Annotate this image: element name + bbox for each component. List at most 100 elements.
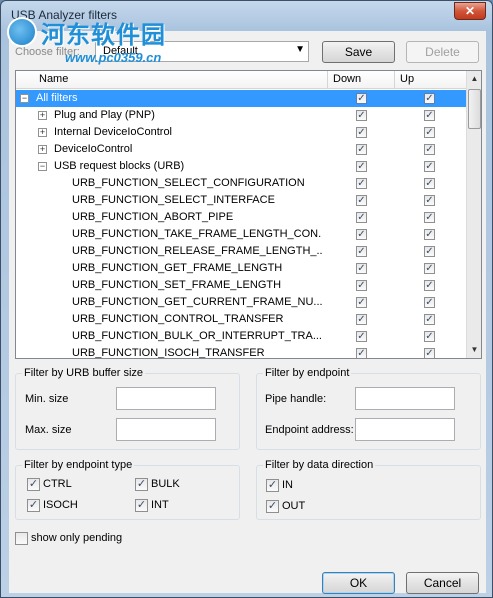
- ctrl-label[interactable]: CTRL: [43, 478, 72, 490]
- in-checkbox[interactable]: ✓: [266, 479, 279, 492]
- tree-row-label: URB_FUNCTION_SELECT_CONFIGURATION: [72, 177, 305, 189]
- min-size-input[interactable]: [116, 387, 216, 410]
- scroll-up-icon[interactable]: ▲: [467, 71, 481, 87]
- endpoint-address-label: Endpoint address:: [265, 424, 354, 436]
- tree-row[interactable]: URB_FUNCTION_CONTROL_TRANSFER ✓ ✓: [16, 311, 466, 328]
- down-checkbox[interactable]: ✓: [356, 246, 367, 257]
- tree-row[interactable]: − All filters ✓ ✓: [16, 90, 466, 107]
- tree-row-label: URB_FUNCTION_ABORT_PIPE: [72, 211, 234, 223]
- watermark: 河东软件园 www.pc0359.cn: [7, 13, 197, 65]
- bulk-label[interactable]: BULK: [151, 478, 180, 490]
- vertical-scrollbar[interactable]: ▲ ▼: [466, 71, 481, 358]
- up-checkbox[interactable]: ✓: [424, 161, 435, 172]
- tree-row[interactable]: URB_FUNCTION_BULK_OR_INTERRUPT_TRA... ✓ ✓: [16, 328, 466, 345]
- up-checkbox[interactable]: ✓: [424, 212, 435, 223]
- down-checkbox[interactable]: ✓: [356, 178, 367, 189]
- up-checkbox[interactable]: ✓: [424, 263, 435, 274]
- down-checkbox[interactable]: ✓: [356, 331, 367, 342]
- up-checkbox[interactable]: ✓: [424, 331, 435, 342]
- tree-row[interactable]: URB_FUNCTION_RELEASE_FRAME_LENGTH_... ✓ ✓: [16, 243, 466, 260]
- tree-row-label: Internal DeviceIoControl: [54, 126, 173, 138]
- int-checkbox[interactable]: ✓: [135, 499, 148, 512]
- tree-row-label: URB_FUNCTION_GET_FRAME_LENGTH: [72, 262, 283, 274]
- up-checkbox[interactable]: ✓: [424, 93, 435, 104]
- tree-row-label: Plug and Play (PNP): [54, 109, 155, 121]
- ok-button[interactable]: OK: [322, 572, 395, 594]
- up-checkbox[interactable]: ✓: [424, 297, 435, 308]
- show-only-pending-label[interactable]: show only pending: [31, 532, 122, 544]
- endpoint-type-group: Filter by endpoint type ✓ CTRL ✓ BULK ✓ …: [15, 459, 240, 520]
- down-checkbox[interactable]: ✓: [356, 297, 367, 308]
- scroll-down-icon[interactable]: ▼: [467, 342, 481, 358]
- down-checkbox[interactable]: ✓: [356, 195, 367, 206]
- pipe-handle-label: Pipe handle:: [265, 393, 327, 405]
- up-checkbox[interactable]: ✓: [424, 246, 435, 257]
- down-checkbox[interactable]: ✓: [356, 110, 367, 121]
- down-checkbox[interactable]: ✓: [356, 348, 367, 358]
- up-checkbox[interactable]: ✓: [424, 229, 435, 240]
- up-checkbox[interactable]: ✓: [424, 195, 435, 206]
- expand-icon[interactable]: +: [38, 145, 47, 154]
- isoch-checkbox[interactable]: ✓: [27, 499, 40, 512]
- save-button[interactable]: Save: [322, 41, 395, 63]
- delete-button[interactable]: Delete: [406, 41, 479, 63]
- collapse-icon[interactable]: −: [20, 94, 29, 103]
- down-checkbox[interactable]: ✓: [356, 144, 367, 155]
- column-header-down[interactable]: Down: [333, 73, 361, 85]
- tree-row[interactable]: URB_FUNCTION_SELECT_CONFIGURATION ✓ ✓: [16, 175, 466, 192]
- isoch-label[interactable]: ISOCH: [43, 499, 78, 511]
- down-checkbox[interactable]: ✓: [356, 212, 367, 223]
- down-checkbox[interactable]: ✓: [356, 93, 367, 104]
- int-label[interactable]: INT: [151, 499, 169, 511]
- ctrl-checkbox[interactable]: ✓: [27, 478, 40, 491]
- tree-row[interactable]: URB_FUNCTION_ABORT_PIPE ✓ ✓: [16, 209, 466, 226]
- tree-row[interactable]: + Internal DeviceIoControl ✓ ✓: [16, 124, 466, 141]
- in-label[interactable]: IN: [282, 479, 293, 491]
- cancel-button[interactable]: Cancel: [406, 572, 479, 594]
- expand-icon[interactable]: +: [38, 111, 47, 120]
- tree-row[interactable]: URB_FUNCTION_GET_CURRENT_FRAME_NU... ✓ ✓: [16, 294, 466, 311]
- down-checkbox[interactable]: ✓: [356, 263, 367, 274]
- tree-row-label: URB_FUNCTION_SET_FRAME_LENGTH: [72, 279, 282, 291]
- tree-row[interactable]: URB_FUNCTION_SET_FRAME_LENGTH ✓ ✓: [16, 277, 466, 294]
- scroll-thumb[interactable]: [468, 89, 481, 129]
- up-checkbox[interactable]: ✓: [424, 178, 435, 189]
- tree-row[interactable]: URB_FUNCTION_ISOCH_TRANSFER ✓ ✓: [16, 345, 466, 358]
- down-checkbox[interactable]: ✓: [356, 280, 367, 291]
- column-header-name[interactable]: Name: [39, 73, 68, 85]
- out-checkbox[interactable]: ✓: [266, 500, 279, 513]
- up-checkbox[interactable]: ✓: [424, 314, 435, 325]
- tree-row[interactable]: URB_FUNCTION_SELECT_INTERFACE ✓ ✓: [16, 192, 466, 209]
- column-header-up[interactable]: Up: [400, 73, 414, 85]
- collapse-icon[interactable]: −: [38, 162, 47, 171]
- down-checkbox[interactable]: ✓: [356, 229, 367, 240]
- pipe-handle-input[interactable]: [355, 387, 455, 410]
- tree-row-label: All filters: [36, 92, 78, 104]
- close-button[interactable]: ✕: [454, 2, 486, 20]
- up-checkbox[interactable]: ✓: [424, 280, 435, 291]
- tree-row[interactable]: + Plug and Play (PNP) ✓ ✓: [16, 107, 466, 124]
- tree-row-label: URB_FUNCTION_SELECT_INTERFACE: [72, 194, 275, 206]
- up-checkbox[interactable]: ✓: [424, 144, 435, 155]
- filter-tree-grid[interactable]: Name Down Up − All filters ✓ ✓ + Plug and Pla…: [15, 70, 482, 359]
- down-checkbox[interactable]: ✓: [356, 161, 367, 172]
- down-checkbox[interactable]: ✓: [356, 314, 367, 325]
- endpoint-address-input[interactable]: [355, 418, 455, 441]
- up-checkbox[interactable]: ✓: [424, 110, 435, 121]
- tree-row[interactable]: + DeviceIoControl ✓ ✓: [16, 141, 466, 158]
- down-checkbox[interactable]: ✓: [356, 127, 367, 138]
- expand-icon[interactable]: +: [38, 128, 47, 137]
- tree-row[interactable]: − USB request blocks (URB) ✓ ✓: [16, 158, 466, 175]
- tree-row[interactable]: URB_FUNCTION_TAKE_FRAME_LENGTH_CON... ✓ ✓: [16, 226, 466, 243]
- filters-dialog: USB Analyzer filters ✕ Choose filter: De…: [0, 0, 493, 598]
- tree-row-label: URB_FUNCTION_BULK_OR_INTERRUPT_TRA...: [72, 330, 322, 342]
- up-checkbox[interactable]: ✓: [424, 127, 435, 138]
- tree-row[interactable]: URB_FUNCTION_GET_FRAME_LENGTH ✓ ✓: [16, 260, 466, 277]
- up-checkbox[interactable]: ✓: [424, 348, 435, 358]
- grid-header: Name Down Up: [16, 71, 466, 89]
- max-size-input[interactable]: [116, 418, 216, 441]
- show-only-pending-checkbox[interactable]: [15, 532, 28, 545]
- tree-row-label: URB_FUNCTION_RELEASE_FRAME_LENGTH_...: [72, 245, 322, 257]
- out-label[interactable]: OUT: [282, 500, 305, 512]
- bulk-checkbox[interactable]: ✓: [135, 478, 148, 491]
